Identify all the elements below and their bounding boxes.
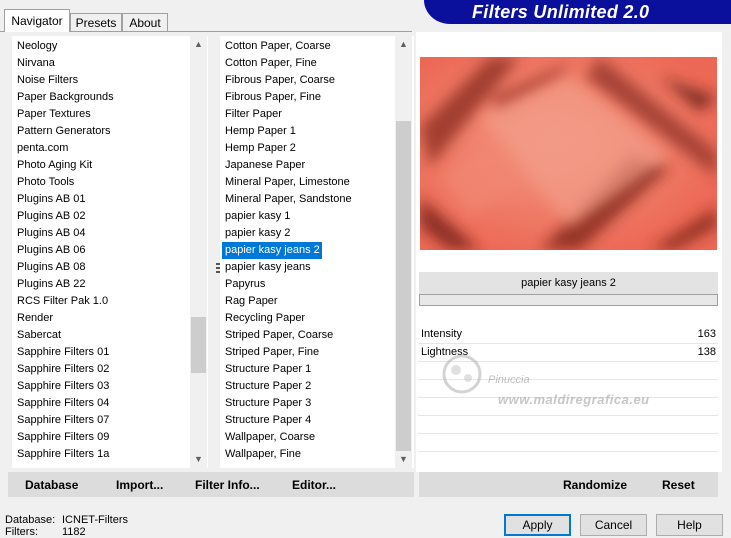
filter-list-item[interactable]: Structure Paper 2	[222, 378, 314, 395]
filter-list-item[interactable]: papier kasy 1	[222, 208, 293, 225]
category-list-item[interactable]: Sapphire Filters 01	[14, 344, 112, 361]
filter-list-item[interactable]: Fibrous Paper, Fine	[222, 89, 324, 106]
progress-bar	[419, 294, 718, 306]
current-filter-name: papier kasy jeans 2	[419, 272, 718, 294]
category-list-item[interactable]: Paper Backgrounds	[14, 89, 117, 106]
category-scrollbar[interactable]: ▲ ▼	[190, 36, 207, 468]
category-list-item[interactable]: Neology	[14, 38, 60, 55]
param-empty-row	[418, 452, 718, 469]
randomize-button[interactable]: Randomize	[563, 478, 627, 492]
filters-label: Filters:	[5, 526, 38, 538]
filters-count: 1182	[62, 526, 86, 538]
preview-image	[420, 57, 717, 250]
category-list-item[interactable]: Plugins AB 08	[14, 259, 89, 276]
param-empty-row	[418, 434, 718, 452]
filter-list-item[interactable]: papier kasy jeans	[222, 259, 314, 276]
filter-list-item[interactable]: papier kasy jeans 2	[222, 242, 322, 259]
param-value: 163	[697, 328, 716, 340]
filter-list-item[interactable]: Hemp Paper 1	[222, 123, 299, 140]
filter-list-item[interactable]: papier kasy 2	[222, 225, 293, 242]
category-list-item[interactable]: Plugins AB 22	[14, 276, 89, 293]
category-list-item[interactable]: RCS Filter Pak 1.0	[14, 293, 111, 310]
cancel-button[interactable]: Cancel	[580, 514, 647, 536]
apply-button[interactable]: Apply	[504, 514, 571, 536]
app-title: Filters Unlimited 2.0	[472, 2, 650, 22]
category-list-item[interactable]: Noise Filters	[14, 72, 81, 89]
filter-list-item[interactable]: Japanese Paper	[222, 157, 308, 174]
category-list-item[interactable]: Sabercat	[14, 327, 64, 344]
database-value: ICNET-Filters	[62, 514, 128, 526]
category-list-item[interactable]: Plugins AB 06	[14, 242, 89, 259]
filter-info-button[interactable]: Filter Info...	[195, 478, 260, 492]
watermark-url: www.maldiregrafica.eu	[498, 392, 650, 407]
database-button[interactable]: Database	[25, 478, 78, 492]
filter-list-item[interactable]: Wallpaper, Fine	[222, 446, 304, 463]
filter-list-item[interactable]: Wallpaper, Coarse	[222, 429, 318, 446]
category-list-item[interactable]: Photo Aging Kit	[14, 157, 95, 174]
filter-list[interactable]: Cotton Paper, Coarse Cotton Paper, Fine Fi…	[220, 36, 414, 468]
filter-list-item[interactable]: Papyrus	[222, 276, 268, 293]
filter-list-item[interactable]: Filter Paper	[222, 106, 285, 123]
filter-list-item[interactable]: Structure Paper 1	[222, 361, 314, 378]
editor-button[interactable]: Editor...	[292, 478, 336, 492]
filter-scrollbar[interactable]: ▲ ▼	[395, 36, 412, 468]
filter-list-item[interactable]: Striped Paper, Coarse	[222, 327, 336, 344]
category-list-item[interactable]: Pattern Generators	[14, 123, 114, 140]
category-list-item[interactable]: Sapphire Filters 03	[14, 378, 112, 395]
tab-bar: Navigator Presets About	[0, 0, 420, 32]
param-intensity[interactable]: Intensity 163	[418, 326, 718, 344]
category-list-item[interactable]: Photo Tools	[14, 174, 77, 191]
scroll-up-icon[interactable]: ▲	[190, 36, 207, 53]
tab-navigator[interactable]: Navigator	[4, 9, 70, 32]
filter-scroll-thumb[interactable]	[396, 121, 411, 451]
filter-list-item[interactable]: Recycling Paper	[222, 310, 308, 327]
app-banner: Filters Unlimited 2.0	[424, 0, 731, 24]
scroll-up-icon[interactable]: ▲	[395, 36, 412, 53]
reset-button[interactable]: Reset	[662, 478, 695, 492]
category-list-item[interactable]: Sapphire Filters 1a	[14, 446, 112, 463]
filter-list-item[interactable]: Striped Paper, Fine	[222, 344, 322, 361]
filter-list-item[interactable]: Rag Paper	[222, 293, 281, 310]
filter-list-item[interactable]: Structure Paper 3	[222, 395, 314, 412]
category-list-item[interactable]: Plugins AB 01	[14, 191, 89, 208]
watermark: Pinuccia www.maldiregrafica.eu	[440, 352, 660, 412]
category-list-item[interactable]: Plugins AB 04	[14, 225, 89, 242]
filter-list-item[interactable]: Fibrous Paper, Coarse	[222, 72, 338, 89]
category-list-item[interactable]: Paper Textures	[14, 106, 94, 123]
preview-texture-icon	[420, 57, 717, 250]
tab-about[interactable]: About	[122, 13, 168, 31]
left-toolbar: Database Import... Filter Info... Editor…	[8, 472, 414, 497]
param-value: 138	[697, 346, 716, 358]
right-toolbar: Randomize Reset	[419, 472, 718, 497]
database-label: Database:	[5, 514, 56, 526]
category-scroll-thumb[interactable]	[191, 317, 206, 373]
drag-handle-icon[interactable]	[216, 263, 220, 273]
import-button[interactable]: Import...	[116, 478, 163, 492]
help-button[interactable]: Help	[656, 514, 723, 536]
filter-list-item[interactable]: Cotton Paper, Fine	[222, 55, 320, 72]
scroll-down-icon[interactable]: ▼	[190, 451, 207, 468]
param-empty-row	[418, 416, 718, 434]
watermark-logo-icon	[442, 354, 482, 394]
category-list-item[interactable]: Nirvana	[14, 55, 58, 72]
filter-list-item[interactable]: Mineral Paper, Sandstone	[222, 191, 355, 208]
watermark-name: Pinuccia	[488, 374, 530, 386]
category-list[interactable]: Neology Nirvana Noise Filters Paper Backgro…	[12, 36, 208, 468]
filter-list-item[interactable]: Cotton Paper, Coarse	[222, 38, 334, 55]
param-label: Intensity	[421, 328, 462, 340]
filter-list-item[interactable]: Hemp Paper 2	[222, 140, 299, 157]
category-list-item[interactable]: Sapphire Filters 09	[14, 429, 112, 446]
tab-presets[interactable]: Presets	[70, 13, 122, 31]
category-list-item[interactable]: Sapphire Filters 07	[14, 412, 112, 429]
category-list-item[interactable]: penta.com	[14, 140, 71, 157]
category-list-item[interactable]: Sapphire Filters 04	[14, 395, 112, 412]
filter-list-item[interactable]: Mineral Paper, Limestone	[222, 174, 353, 191]
scroll-down-icon[interactable]: ▼	[395, 451, 412, 468]
category-list-item[interactable]: Render	[14, 310, 56, 327]
category-list-item[interactable]: Plugins AB 02	[14, 208, 89, 225]
category-list-item[interactable]: Sapphire Filters 02	[14, 361, 112, 378]
filter-list-item[interactable]: Structure Paper 4	[222, 412, 314, 429]
